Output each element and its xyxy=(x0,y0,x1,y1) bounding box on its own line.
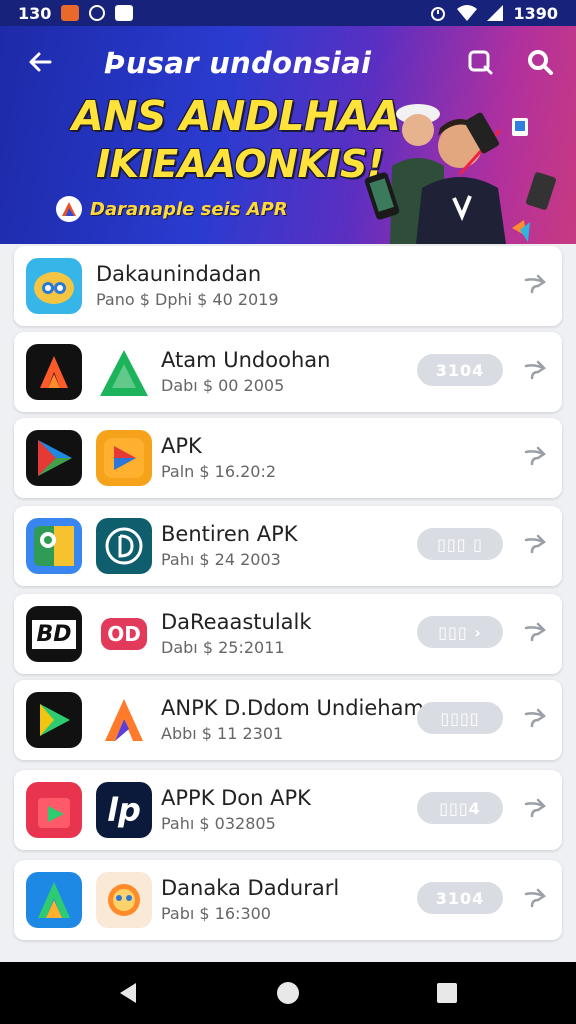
status-clock: 1390 xyxy=(513,3,558,23)
nav-back-icon[interactable] xyxy=(116,980,142,1006)
share-icon[interactable] xyxy=(524,620,548,646)
tagline-text: Daranaple seis APR xyxy=(90,198,288,220)
app-meta: Abbı $ 11 2301 xyxy=(161,724,284,743)
app-icon-orange-play xyxy=(96,430,152,486)
app-meta: Pahı $ 032805 xyxy=(161,814,276,833)
install-button[interactable]: ▯▯▯4 xyxy=(417,792,503,824)
app-icon-colorful-a xyxy=(96,692,152,748)
install-button[interactable]: 3104 xyxy=(417,882,503,914)
app-icon-a-logo xyxy=(26,344,82,400)
system-nav-bar xyxy=(0,962,576,1024)
app-name: APPK Don APK xyxy=(161,786,311,810)
share-icon[interactable] xyxy=(524,532,548,558)
app-list-item[interactable]: APK Paln $ 16.20:2 xyxy=(14,418,562,498)
page-title: Þusar undonsiai xyxy=(104,46,372,80)
app-meta: Pahı $ 24 2003 xyxy=(161,550,281,569)
nav-recents-icon[interactable] xyxy=(434,980,460,1006)
app-list-item[interactable]: Danaka Dadurarl Pabı $ 16:300 3104 xyxy=(14,860,562,940)
hero-tagline: Daranaple seis APR xyxy=(56,196,288,222)
install-button[interactable]: ▯▯▯ ▯ xyxy=(417,528,503,560)
share-icon[interactable] xyxy=(524,444,548,470)
status-time: 130 xyxy=(18,3,52,23)
back-arrow-icon[interactable] xyxy=(26,48,54,76)
hero-people-illustration xyxy=(364,104,556,244)
app-name: Bentiren APK xyxy=(161,522,298,546)
app-name: DaReaastulalk xyxy=(161,610,312,634)
notification-app-icon xyxy=(61,5,80,21)
install-button[interactable]: ▯▯▯ › xyxy=(417,616,503,648)
app-list-item[interactable]: Atam Undoohan Dabı $ 00 2005 3104 xyxy=(14,332,562,412)
app-list-item[interactable]: lp APPK Don APK Pahı $ 032805 ▯▯▯4 xyxy=(14,770,562,850)
alarm-icon xyxy=(431,7,446,21)
app-icon-game xyxy=(26,258,82,314)
app-meta: Dabı $ 00 2005 xyxy=(161,376,285,395)
share-icon[interactable] xyxy=(524,358,548,384)
wifi-icon xyxy=(457,5,478,21)
app-icon-sun-face xyxy=(96,872,152,928)
app-icon-blue-a xyxy=(26,872,82,928)
app-meta: Paln $ 16.20:2 xyxy=(161,462,277,481)
app-icon-bag-play xyxy=(26,782,82,838)
app-icon-bd: BD xyxy=(26,606,82,662)
app-icon-play-logo xyxy=(26,430,82,486)
install-button[interactable]: 3104 xyxy=(417,354,503,386)
app-icon-green-triangle xyxy=(96,344,152,400)
app-list-item[interactable]: ANPK D.Ddom Undieham Abbı $ 11 2301 ▯▯▯▯ xyxy=(14,680,562,760)
app-name: Danaka Dadurarl xyxy=(161,876,340,900)
hero-headline-2: IKIEAAONKIS! xyxy=(96,142,384,186)
hero-banner: Þusar undonsiai ANS ANDLHAA IKIEAAONKIS!… xyxy=(0,26,576,244)
app-name: Atam Undoohan xyxy=(161,348,331,372)
brand-logo-icon xyxy=(56,196,82,222)
hero-headline-1: ANS ANDLHAA xyxy=(72,92,401,140)
install-button[interactable]: ▯▯▯▯ xyxy=(417,702,503,734)
notification-circle-icon xyxy=(89,5,106,21)
status-bar: 130 1390 xyxy=(0,0,576,26)
app-icon-play-dark xyxy=(26,692,82,748)
app-meta: Pano $ Dphi $ 40 2019 xyxy=(96,290,279,309)
app-name: Dakaunindadan xyxy=(96,262,262,286)
signal-icon xyxy=(487,5,504,21)
app-icon-teal-d xyxy=(96,518,152,574)
notification-bag-icon xyxy=(115,5,134,21)
app-meta: Pabı $ 16:300 xyxy=(161,904,271,923)
app-icon-od: OD xyxy=(96,606,152,662)
app-name: ANPK D.Ddom Undieham xyxy=(161,696,424,720)
app-icon-lp: lp xyxy=(96,782,152,838)
nav-home-icon[interactable] xyxy=(275,980,301,1006)
share-icon[interactable] xyxy=(524,706,548,732)
share-icon[interactable] xyxy=(524,272,548,298)
app-list-item[interactable]: Bentiren APK Pahı $ 24 2003 ▯▯▯ ▯ xyxy=(14,506,562,586)
app-icon-maps xyxy=(26,518,82,574)
app-name: APK xyxy=(161,434,202,458)
app-list-item[interactable]: Dakaunindadan Pano $ Dphi $ 40 2019 xyxy=(14,246,562,326)
share-icon[interactable] xyxy=(524,886,548,912)
share-icon[interactable] xyxy=(524,796,548,822)
app-meta: Dabı $ 25:2011 xyxy=(161,638,285,657)
app-list-item[interactable]: BD OD DaReaastulalk Dabı $ 25:2011 ▯▯▯ › xyxy=(14,594,562,674)
